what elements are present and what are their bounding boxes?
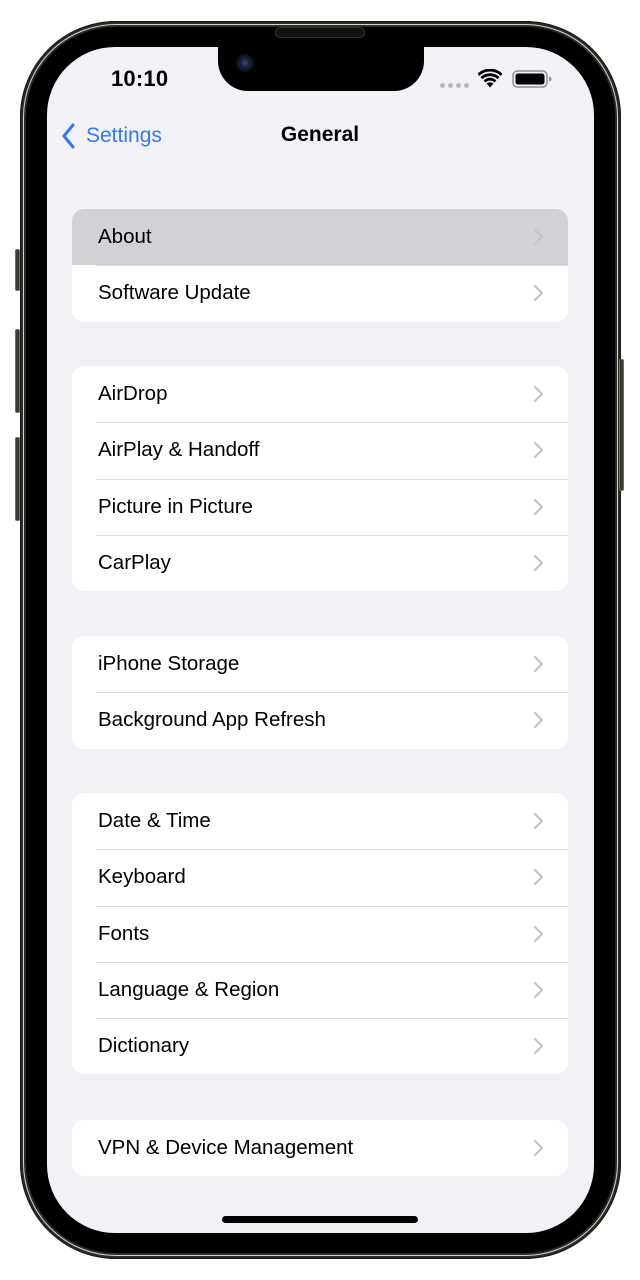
settings-group-storage: iPhone Storage Background App Refresh bbox=[72, 636, 568, 749]
settings-group-about: About Software Update bbox=[72, 209, 568, 322]
row-airplay-handoff[interactable]: AirPlay & Handoff bbox=[72, 422, 568, 479]
row-label: AirPlay & Handoff bbox=[98, 438, 260, 462]
home-indicator[interactable] bbox=[222, 1216, 418, 1223]
chevron-right-icon bbox=[533, 981, 544, 999]
row-dictionary[interactable]: Dictionary bbox=[72, 1018, 568, 1075]
row-label: Background App Refresh bbox=[98, 708, 326, 732]
cellular-signal-icon bbox=[440, 83, 469, 88]
row-date-time[interactable]: Date & Time bbox=[72, 793, 568, 850]
row-label: Keyboard bbox=[98, 865, 186, 889]
silent-switch bbox=[15, 249, 20, 291]
settings-group-locale: Date & Time Keyboard Fonts Language & Re… bbox=[72, 793, 568, 1075]
chevron-right-icon bbox=[533, 925, 544, 942]
chevron-right-icon bbox=[533, 1140, 544, 1157]
row-label: Picture in Picture bbox=[98, 494, 253, 518]
front-camera-icon bbox=[236, 54, 254, 72]
earpiece-speaker bbox=[275, 27, 365, 38]
row-language-region[interactable]: Language & Region bbox=[72, 961, 568, 1019]
row-label: VPN & Device Management bbox=[98, 1136, 354, 1160]
chevron-right-icon bbox=[533, 712, 544, 729]
page-title: General bbox=[280, 123, 360, 146]
row-software-update[interactable]: Software Update bbox=[72, 265, 568, 322]
settings-group-connectivity: AirDrop AirPlay & Handoff Picture in Pic… bbox=[72, 366, 568, 592]
row-label: Fonts bbox=[98, 921, 150, 945]
chevron-right-icon bbox=[533, 229, 544, 246]
row-label: CarPlay bbox=[98, 551, 171, 575]
chevron-right-icon bbox=[533, 813, 544, 830]
row-label: iPhone Storage bbox=[98, 652, 240, 676]
row-label: Software Update bbox=[98, 281, 251, 305]
chevron-right-icon bbox=[533, 656, 544, 673]
side-power-button bbox=[619, 359, 624, 491]
row-keyboard[interactable]: Keyboard bbox=[72, 849, 568, 906]
status-time: 10:10 bbox=[111, 66, 169, 91]
row-carplay[interactable]: CarPlay bbox=[72, 534, 568, 592]
row-label: Date & Time bbox=[98, 809, 211, 833]
row-iphone-storage[interactable]: iPhone Storage bbox=[72, 636, 568, 693]
row-background-app-refresh[interactable]: Background App Refresh bbox=[72, 692, 568, 749]
volume-down-button bbox=[15, 437, 20, 521]
chevron-right-icon bbox=[533, 554, 544, 572]
row-fonts[interactable]: Fonts bbox=[72, 905, 568, 962]
row-vpn-device-management[interactable]: VPN & Device Management bbox=[72, 1120, 568, 1177]
wifi-icon bbox=[478, 69, 502, 88]
row-label: Dictionary bbox=[98, 1034, 190, 1058]
chevron-right-icon bbox=[533, 386, 544, 403]
battery-icon bbox=[512, 70, 552, 88]
row-label: AirDrop bbox=[98, 382, 168, 406]
chevron-right-icon bbox=[533, 285, 544, 302]
volume-up-button bbox=[15, 329, 20, 413]
row-about[interactable]: About bbox=[72, 209, 568, 266]
row-airdrop[interactable]: AirDrop bbox=[72, 366, 568, 423]
chevron-right-icon bbox=[533, 869, 544, 886]
chevron-right-icon bbox=[533, 498, 544, 515]
settings-group-vpn: VPN & Device Management bbox=[72, 1120, 568, 1177]
row-label: About bbox=[98, 225, 152, 249]
chevron-right-icon bbox=[533, 442, 544, 459]
chevron-right-icon bbox=[533, 1038, 544, 1055]
row-picture-in-picture[interactable]: Picture in Picture bbox=[72, 478, 568, 535]
row-label: Language & Region bbox=[98, 978, 280, 1002]
